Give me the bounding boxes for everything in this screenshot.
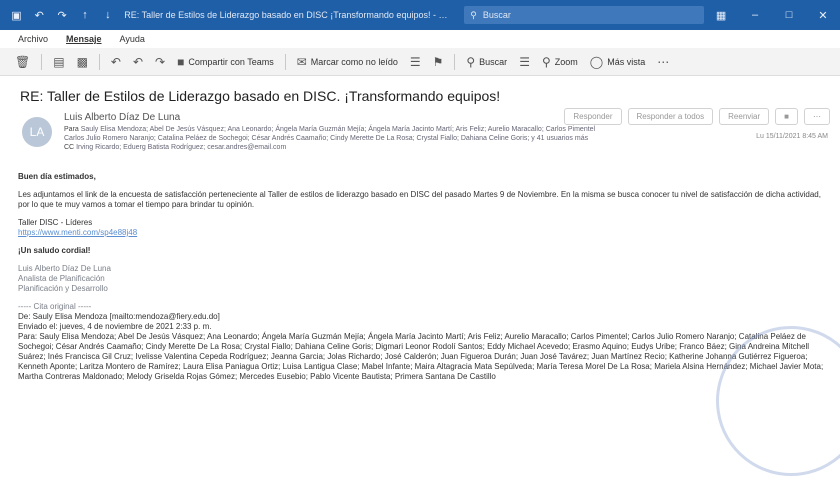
- more-actions-button[interactable]: ⋯: [804, 108, 830, 125]
- ribbon-separator: [454, 53, 456, 70]
- recipients-cc: CC Irving Ricardo; Eduerg Batista Rodríg…: [64, 143, 684, 152]
- reply-icon: ↶: [110, 54, 121, 69]
- avatar[interactable]: LA: [22, 117, 52, 147]
- undo-icon[interactable]: ↶: [33, 8, 46, 22]
- closing: ¡Un saludo cordial!: [18, 246, 91, 255]
- reply-all-icon: ↶: [132, 54, 144, 69]
- to-label: Para: [64, 126, 79, 133]
- move-icon: ▩: [76, 54, 88, 69]
- link-block: Taller DISC - Líderes https://www.menti.…: [18, 218, 830, 238]
- menu-help[interactable]: Ayuda: [120, 34, 145, 44]
- reply-button[interactable]: ↶: [108, 53, 124, 71]
- up-arrow-icon[interactable]: ↑: [79, 8, 92, 22]
- more-view-button[interactable]: ◯ Más vista: [587, 53, 648, 71]
- recipients-line-2[interactable]: Carlos Julio Romero Naranjo; Catalina Pe…: [64, 135, 588, 142]
- zoom-label: Zoom: [554, 56, 578, 67]
- message-body: Buen día estimados, Les adjuntamos el li…: [18, 172, 830, 390]
- down-arrow-icon[interactable]: ↓: [101, 8, 114, 22]
- translate-icon: ☰: [519, 54, 530, 69]
- more-options-button[interactable]: ⋯: [654, 53, 672, 71]
- teams-action-button[interactable]: ■: [775, 108, 798, 125]
- reply-all-action-button[interactable]: Responder a todos: [627, 108, 714, 125]
- move-button[interactable]: ▩: [74, 53, 91, 71]
- delete-button[interactable]: 🗑: [12, 53, 33, 71]
- save-icon[interactable]: ▣: [10, 8, 23, 22]
- survey-link[interactable]: https://www.menti.com/sp4e88j48: [18, 228, 137, 237]
- categorize-button[interactable]: ☰: [407, 53, 424, 71]
- search-button[interactable]: ⚲ Buscar: [463, 53, 510, 71]
- flag-button[interactable]: ⚑: [430, 53, 447, 71]
- recipients: Para Sauly Elisa Mendoza; Abel De Jesús …: [64, 125, 684, 152]
- archive-button[interactable]: ▤: [50, 53, 67, 71]
- ribbon-toolbar: 🗑 ▤ ▩ ↶ ↶ ↷ ■ Compartir con Teams ✉ Marc…: [0, 48, 840, 76]
- mark-unread-button[interactable]: ✉ Marcar como no leído: [294, 53, 401, 71]
- flag-icon: ⚑: [432, 54, 444, 69]
- search-label: Buscar: [479, 56, 508, 67]
- close-icon[interactable]: ✕: [816, 8, 830, 22]
- menu-file[interactable]: Archivo: [18, 34, 48, 44]
- share-teams-label: Compartir con Teams: [188, 56, 274, 67]
- zoom-button[interactable]: ⚲ Zoom: [539, 53, 581, 71]
- message-subject: RE: Taller de Estilos de Liderazgo basad…: [20, 88, 501, 104]
- original-message: ----- Cita original ----- De: Sauly Elis…: [18, 302, 830, 382]
- magnifier-icon: ⚲: [466, 54, 476, 69]
- menu-message[interactable]: Mensaje: [66, 34, 102, 44]
- forward-button[interactable]: ↷: [152, 53, 168, 71]
- zoom-icon: ⚲: [541, 54, 551, 69]
- menu-bar: Archivo Mensaje Ayuda: [0, 30, 840, 48]
- envelope-icon: ✉: [296, 54, 307, 69]
- ribbon-separator: [41, 53, 43, 70]
- ellipsis-icon: ⋯: [657, 54, 670, 69]
- search-icon: ⚲: [470, 9, 477, 20]
- search-placeholder: Buscar: [482, 10, 511, 20]
- signature-dept: Planificación y Desarrollo: [18, 284, 108, 293]
- title-bar: ▣ ↶ ↷ ↑ ↓ RE: Taller de Estilos de Lider…: [0, 0, 840, 30]
- window-title: RE: Taller de Estilos de Liderazgo basad…: [124, 10, 455, 20]
- forward-action-button[interactable]: Reenviar: [719, 108, 770, 125]
- original-sent: Enviado el: jueves, 4 de noviembre de 20…: [18, 322, 212, 331]
- timestamp: Lu 15/11/2021 8:45 AM: [756, 133, 828, 140]
- signature-role: Analista de Planificación: [18, 274, 105, 283]
- reply-all-button[interactable]: ↶: [130, 53, 146, 71]
- archive-icon: ▤: [53, 54, 65, 69]
- recipients-line-3[interactable]: Irving Ricardo; Eduerg Batista Rodríguez…: [76, 144, 286, 151]
- ribbon-separator: [284, 53, 286, 70]
- maximize-icon[interactable]: □: [782, 8, 796, 22]
- share-teams-button[interactable]: ■ Compartir con Teams: [174, 53, 277, 71]
- recipients-to: Para Sauly Elisa Mendoza; Abel De Jesús …: [64, 125, 684, 134]
- cc-label: CC: [64, 144, 75, 151]
- forward-icon: ↷: [155, 54, 166, 69]
- translate-button[interactable]: ☰: [516, 53, 533, 71]
- minimize-icon[interactable]: –: [748, 8, 762, 22]
- original-to: Para: Sauly Elisa Mendoza; Abel De Jesús…: [18, 332, 824, 381]
- search-box[interactable]: ⚲ Buscar: [464, 6, 705, 24]
- recipients-line-1[interactable]: Sauly Elisa Mendoza; Abel De Jesús Vásqu…: [81, 126, 595, 133]
- redo-icon[interactable]: ↷: [56, 8, 69, 22]
- original-from: De: Sauly Elisa Mendoza [mailto:mendoza@…: [18, 312, 220, 321]
- ribbon-separator: [98, 53, 100, 70]
- sender-name[interactable]: Luis Alberto Díaz De Luna: [64, 112, 180, 123]
- more-view-label: Más vista: [607, 56, 646, 67]
- reply-action-button[interactable]: Responder: [564, 108, 622, 125]
- intro-paragraph: Les adjuntamos el link de la encuesta de…: [18, 190, 821, 209]
- signature: Luis Alberto Díaz De Luna Analista de Pl…: [18, 264, 830, 294]
- ribbon-display-icon[interactable]: ▦: [714, 8, 728, 22]
- greeting: Buen día estimados,: [18, 172, 96, 181]
- mark-unread-label: Marcar como no leído: [310, 56, 398, 67]
- original-header: ----- Cita original -----: [18, 302, 92, 311]
- trash-icon: 🗑: [15, 54, 31, 69]
- message-actions: Responder Responder a todos Reenviar ■ ⋯: [564, 108, 830, 125]
- teams-icon: ■: [177, 54, 185, 69]
- recipients-to-more: Carlos Julio Romero Naranjo; Catalina Pe…: [64, 134, 684, 143]
- view-icon: ◯: [589, 54, 604, 69]
- signature-name: Luis Alberto Díaz De Luna: [18, 264, 111, 273]
- link-title: Taller DISC - Líderes: [18, 218, 93, 227]
- tag-icon: ☰: [409, 54, 421, 69]
